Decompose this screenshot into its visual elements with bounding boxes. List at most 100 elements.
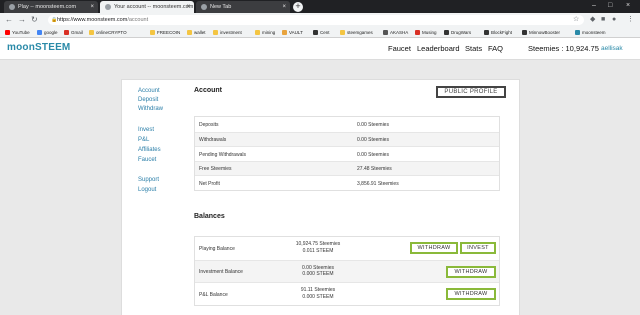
sidebar-item-account[interactable]: Account (138, 88, 160, 94)
bookmark-item[interactable]: onlineCRYPTO (89, 27, 127, 38)
sidebar-item-affiliates[interactable]: Affiliates (138, 147, 161, 153)
bookmark-item[interactable]: Cent (313, 27, 330, 38)
tab-title: New Tab (210, 4, 232, 10)
moonsteem-icon (575, 30, 580, 35)
new-tab-favicon-icon (201, 4, 207, 10)
steemies-balance: Steemies : 10,924.75 (528, 44, 599, 53)
account-table: Deposits 0.00 Steemies Withdrawals 0.00 … (194, 116, 500, 191)
bookmark-item[interactable]: mining (255, 27, 275, 38)
tab-new-tab[interactable]: New Tab × (196, 1, 290, 13)
row-label: Pending Withdrawals (199, 151, 246, 158)
invest-button[interactable]: INVEST (460, 242, 496, 254)
bookmark-item[interactable]: YouTube (5, 27, 30, 38)
table-row: Deposits 0.00 Steemies (195, 117, 499, 132)
username-link[interactable]: aellisak (601, 45, 623, 52)
sidebar-item-deposit[interactable]: Deposit (138, 97, 158, 103)
maximize-icon[interactable]: □ (608, 0, 612, 12)
folder-icon (213, 30, 218, 35)
close-window-icon[interactable]: × (626, 0, 630, 12)
steem-amount: 0.011 STEEM (302, 247, 334, 254)
folder-icon (340, 30, 345, 35)
bookmark-item[interactable]: steemgames (340, 27, 373, 38)
sidebar-item-faucet[interactable]: Faucet (138, 157, 156, 163)
balance-amount: 10,924.75 Steemies 0.011 STEEM (281, 241, 355, 254)
bookmark-item[interactable]: MinnowBooster (522, 27, 560, 38)
google-icon (37, 30, 42, 35)
bookmark-item[interactable]: wallet (187, 27, 206, 38)
row-value: 27.48 Steemies (357, 166, 392, 172)
browser-toolbar: ← → ↻ 🔒 https://www.moonsteem.com/accoun… (0, 13, 640, 27)
bookmark-item[interactable]: Gmail (64, 27, 83, 38)
row-label: Playing Balance (199, 245, 235, 252)
folder-icon (150, 30, 155, 35)
url-host: https://www.moonsteem.com (57, 17, 128, 23)
public-profile-button[interactable]: PUBLIC PROFILE (436, 86, 506, 98)
withdraw-button[interactable]: WITHDRAW (446, 265, 496, 278)
cent-icon (313, 30, 318, 35)
withdraw-button[interactable]: WITHDRAW (410, 242, 458, 254)
back-icon[interactable]: ← (5, 14, 13, 26)
bookmark-item[interactable]: AKASHA (383, 27, 408, 38)
menu-icon[interactable]: ⋮ (627, 15, 634, 25)
lock-icon: 🔒 (51, 17, 58, 23)
tab-play[interactable]: Play -- moonsteem.com × (4, 1, 98, 13)
balance-amount: 0.00 Steemies 0.000 STEEM (281, 265, 355, 278)
blockfight-icon (484, 30, 489, 35)
bookmark-item[interactable]: investment (213, 27, 242, 38)
balance-amount: 91.11 Steemies 0.000 STEEM (281, 287, 355, 300)
folder-icon (255, 30, 260, 35)
table-row: Pending Withdrawals 0.00 Steemies (195, 146, 499, 161)
row-label: Net Profit (199, 180, 220, 187)
withdraw-button[interactable]: WITHDRAW (446, 288, 496, 300)
address-bar[interactable]: 🔒 https://www.moonsteem.com/account (48, 15, 584, 25)
row-value: 0.00 Steemies (357, 137, 389, 143)
nav-faucet[interactable]: Faucet (388, 44, 411, 53)
sidebar-item-logout[interactable]: Logout (138, 187, 156, 193)
tab-your-account[interactable]: Your account -- moonsteem.com × (100, 1, 194, 13)
site-logo[interactable]: moonSTEEM (7, 42, 70, 53)
browser-tab-strip: Play -- moonsteem.com × Your account -- … (0, 0, 640, 13)
reload-icon[interactable]: ↻ (31, 14, 38, 26)
sidebar-item-support[interactable]: Support (138, 177, 159, 183)
row-label: P&L Balance (199, 291, 228, 298)
nav-leaderboard[interactable]: Leaderboard (417, 44, 460, 53)
sidebar-item-pnl[interactable]: P&L (138, 137, 149, 143)
steemies-amount: 0.00 Steemies (302, 264, 334, 271)
bookmark-item[interactable]: Musing (415, 27, 437, 38)
bookmarks-bar: YouTube google Gmail onlineCRYPTO FREECO… (0, 27, 640, 38)
bookmark-item[interactable]: FREECOIN (150, 27, 180, 38)
vault-icon (282, 30, 287, 35)
new-tab-button[interactable]: + (293, 2, 303, 12)
gmail-icon (64, 30, 69, 35)
balance-row-investment: Investment Balance 0.00 Steemies 0.000 S… (195, 259, 499, 282)
close-tab-icon[interactable]: × (90, 1, 94, 13)
row-label: Free Steemies (199, 166, 232, 172)
bookmark-item[interactable]: DrugWars (444, 27, 471, 38)
account-title: Account (194, 87, 222, 94)
extension-icon[interactable]: ■ (601, 15, 605, 25)
sidebar-item-withdraw[interactable]: Withdraw (138, 106, 163, 112)
bookmark-item[interactable]: BlockFight (484, 27, 512, 38)
extension-icon[interactable]: ◆ (590, 15, 595, 25)
folder-icon (187, 30, 192, 35)
table-row: Free Steemies 27.48 Steemies (195, 160, 499, 175)
tab-title: Your account -- moonsteem.com (114, 4, 194, 10)
forward-icon[interactable]: → (18, 14, 26, 26)
table-row: Withdrawals 0.00 Steemies (195, 131, 499, 146)
bookmark-star-icon[interactable]: ☆ (573, 15, 579, 25)
row-value: 3,856.91 Steemies (357, 180, 399, 187)
minimize-icon[interactable]: – (592, 0, 596, 12)
row-value: 0.00 Steemies (357, 151, 389, 158)
close-tab-icon[interactable]: × (186, 1, 190, 13)
nav-faq[interactable]: FAQ (488, 44, 503, 53)
akasha-icon (383, 30, 388, 35)
nav-stats[interactable]: Stats (465, 44, 482, 53)
profile-avatar-icon[interactable]: ● (612, 15, 616, 25)
close-tab-icon[interactable]: × (282, 1, 286, 13)
bookmark-item[interactable]: google (37, 27, 58, 38)
row-value: 0.00 Steemies (357, 121, 389, 128)
bookmark-item[interactable]: VAULT (282, 27, 303, 38)
sidebar-item-invest[interactable]: Invest (138, 127, 154, 133)
bookmark-item[interactable]: moonsteem (575, 27, 606, 38)
minnowbooster-icon (522, 30, 527, 35)
